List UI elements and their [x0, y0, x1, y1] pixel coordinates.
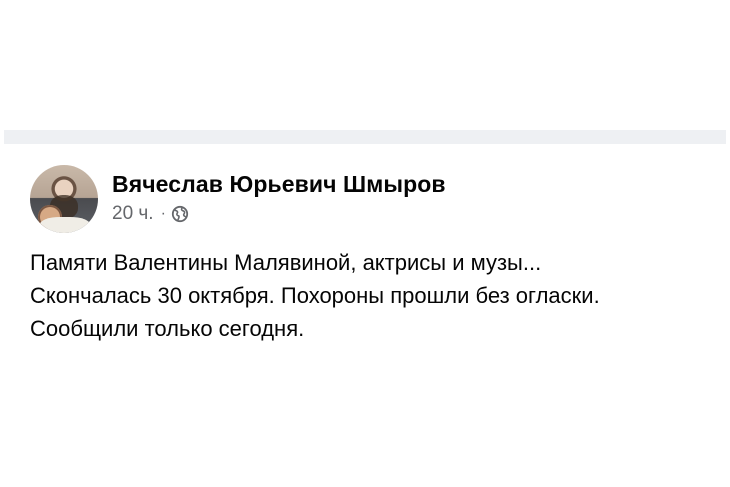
post-text-line: Скончалась 30 октября. Похороны прошли б…: [30, 283, 600, 308]
post-text: Памяти Валентины Малявиной, актрисы и му…: [30, 246, 720, 345]
feed-divider: [4, 130, 726, 144]
avatar[interactable]: [30, 165, 98, 233]
blank-area: [0, 0, 730, 130]
meta-separator: ·: [160, 205, 166, 222]
page: Вячеслав Юрьевич Шмыров 20 ч. · Памяти В…: [0, 0, 730, 487]
post-card: Вячеслав Юрьевич Шмыров 20 ч. · Памяти В…: [4, 144, 726, 487]
avatar-shirt-detail: [40, 217, 90, 233]
author-name[interactable]: Вячеслав Юрьевич Шмыров: [112, 171, 446, 198]
post-text-line: Памяти Валентины Малявиной, актрисы и му…: [30, 250, 542, 275]
post-time[interactable]: 20 ч.: [112, 203, 154, 225]
post-meta: 20 ч. ·: [112, 202, 189, 226]
post-text-line: Сообщили только сегодня.: [30, 316, 305, 341]
globe-icon[interactable]: [171, 205, 189, 223]
